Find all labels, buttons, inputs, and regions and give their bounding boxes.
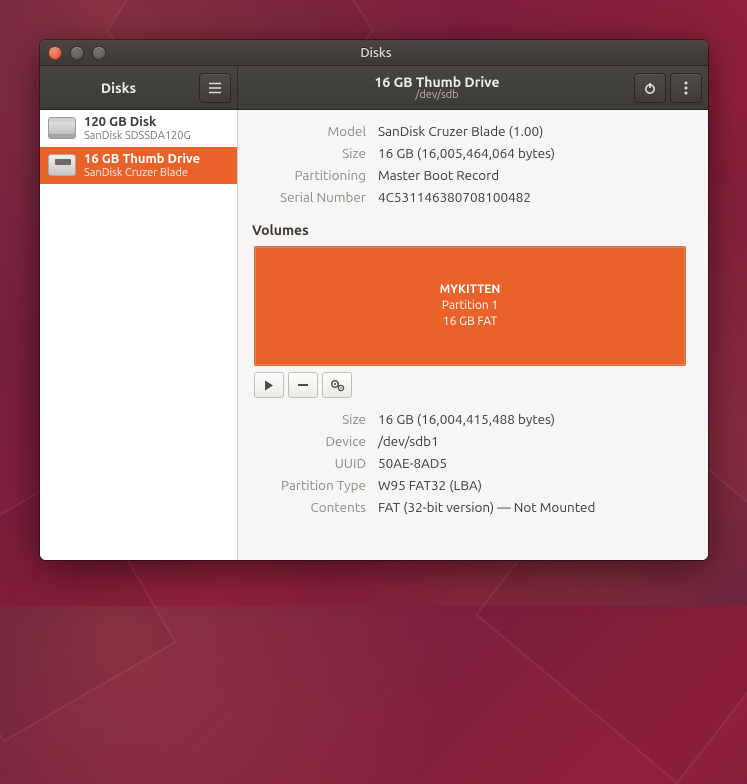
value-psize: 16 GB (16,004,415,488 bytes) (372, 408, 601, 430)
drive-options-button[interactable] (670, 73, 702, 103)
label-serial: Serial Number (238, 186, 372, 208)
disks-window: Disks Disks 16 GB Thumb Drive /dev/sdb (40, 40, 708, 560)
value-size: 16 GB (16,005,464,064 bytes) (372, 142, 561, 164)
volume-toolbar (254, 372, 686, 398)
value-contents: FAT (32-bit version) — Not Mounted (372, 496, 601, 518)
drive-item[interactable]: 120 GB Disk SanDisk SDSSDA120G (40, 110, 237, 147)
value-uuid: 50AE-8AD5 (372, 452, 601, 474)
power-off-drive-button[interactable] (634, 73, 666, 103)
play-icon (264, 380, 274, 391)
label-model: Model (238, 120, 372, 142)
delete-partition-button[interactable] (288, 372, 318, 398)
volume-size: 16 GB FAT (440, 314, 501, 330)
mount-button[interactable] (254, 372, 284, 398)
hamburger-icon (208, 82, 222, 94)
drive-list: 120 GB Disk SanDisk SDSSDA120G 16 GB Thu… (40, 110, 238, 560)
app-menu-button[interactable] (199, 73, 231, 103)
volumes-heading: Volumes (238, 216, 690, 244)
drive-name: 120 GB Disk (84, 115, 191, 130)
disk-properties: Model SanDisk Cruzer Blade (1.00) Size 1… (238, 120, 561, 208)
window-maximize-button[interactable] (92, 46, 106, 60)
label-size: Size (238, 142, 372, 164)
label-device: Device (238, 430, 372, 452)
power-icon (643, 81, 657, 95)
header-subtitle: /dev/sdb (244, 89, 630, 101)
drive-name: 16 GB Thumb Drive (84, 152, 200, 167)
gears-icon (330, 379, 345, 392)
drive-sub: SanDisk Cruzer Blade (84, 167, 200, 179)
value-ptype: W95 FAT32 (LBA) (372, 474, 601, 496)
header-bar: Disks 16 GB Thumb Drive /dev/sdb (40, 66, 708, 110)
label-partitioning: Partitioning (238, 164, 372, 186)
label-psize: Size (238, 408, 372, 430)
hdd-icon (48, 117, 76, 139)
value-serial: 4C531146380708100482 (372, 186, 561, 208)
header-title: 16 GB Thumb Drive (244, 74, 630, 90)
drive-item[interactable]: 16 GB Thumb Drive SanDisk Cruzer Blade (40, 147, 237, 184)
value-model: SanDisk Cruzer Blade (1.00) (372, 120, 561, 142)
drive-sub: SanDisk SDSSDA120G (84, 130, 191, 142)
value-device: /dev/sdb1 (372, 430, 601, 452)
volume-partition: Partition 1 (440, 298, 501, 314)
label-ptype: Partition Type (238, 474, 372, 496)
sidebar-header-title: Disks (46, 80, 191, 96)
value-partitioning: Master Boot Record (372, 164, 561, 186)
label-contents: Contents (238, 496, 372, 518)
volume-name: MYKITTEN (440, 282, 501, 298)
partition-properties: Size 16 GB (16,004,415,488 bytes) Device… (238, 408, 601, 518)
label-uuid: UUID (238, 452, 372, 474)
volume-block[interactable]: MYKITTEN Partition 1 16 GB FAT (254, 246, 686, 366)
usb-drive-icon (48, 154, 76, 176)
partition-options-button[interactable] (322, 372, 352, 398)
window-titlebar: Disks (40, 40, 708, 66)
window-title: Disks (114, 46, 638, 60)
window-minimize-button[interactable] (70, 46, 84, 60)
more-vertical-icon (684, 81, 688, 95)
minus-icon (297, 383, 309, 387)
window-close-button[interactable] (48, 46, 62, 60)
drive-details: Model SanDisk Cruzer Blade (1.00) Size 1… (238, 110, 708, 560)
